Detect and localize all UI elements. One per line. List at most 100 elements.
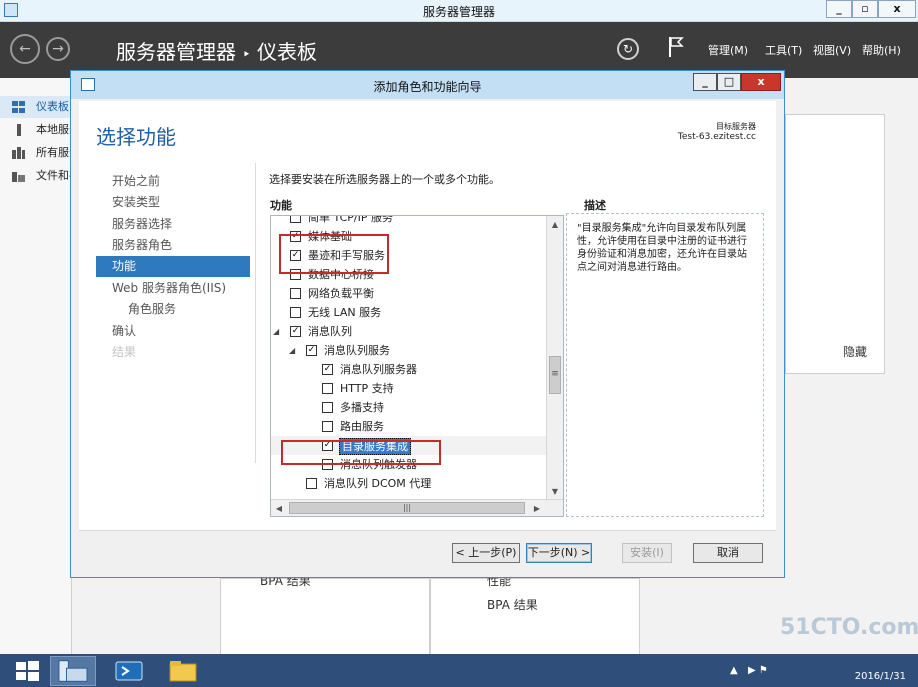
features-vertical-scrollbar[interactable]: ▲ ≡ ▼: [546, 216, 563, 500]
cancel-button[interactable]: 取消: [693, 543, 763, 563]
feature-checkbox[interactable]: [306, 478, 317, 489]
scroll-left-icon[interactable]: ◀: [271, 500, 287, 516]
step-features[interactable]: 功能: [96, 256, 250, 277]
tile-panel-right: [430, 578, 640, 658]
feature-row[interactable]: 简单 TCP/IP 服务: [271, 216, 547, 227]
minimize-button[interactable]: _: [826, 0, 852, 18]
menu-tools[interactable]: 工具(T): [765, 42, 802, 58]
feature-row[interactable]: ◢ ✓ 消息队列: [271, 322, 547, 341]
feature-label: 路由服务: [340, 420, 384, 433]
scroll-right-icon[interactable]: ▶: [529, 500, 545, 516]
file-explorer-icon[interactable]: [160, 656, 206, 686]
server-manager-sidebar: 仪表板 本地服务器 所有服务器 文件和存储服务: [0, 78, 72, 654]
breadcrumb-page: 仪表板: [256, 40, 317, 64]
tray-icons[interactable]: ▶ ⚑: [748, 665, 768, 676]
sidebar-item-dashboard[interactable]: 仪表板: [0, 96, 72, 118]
step-confirmation[interactable]: 确认: [96, 321, 250, 342]
step-results: 结果: [112, 345, 137, 359]
target-server-name: Test-63.ezitest.cc: [677, 132, 756, 142]
watermark-text: 51CTO.com: [780, 615, 918, 640]
step-web-server-role[interactable]: Web 服务器角色(IIS): [96, 278, 250, 299]
sidebar-item-local-server[interactable]: 本地服务器: [0, 119, 72, 141]
add-roles-features-wizard: 添加角色和功能向导 _ □ x 选择功能 目标服务器 Test-63.ezite…: [70, 70, 785, 578]
feature-row[interactable]: ◢ ✓ 消息队列服务: [271, 341, 547, 360]
feature-checkbox[interactable]: ✓: [290, 326, 301, 337]
tray-overflow-icon[interactable]: ▲: [730, 665, 738, 676]
feature-checkbox[interactable]: [290, 288, 301, 299]
sidebar-item-label: 所有服务器: [36, 146, 72, 159]
menu-view[interactable]: 视图(V): [813, 42, 851, 58]
servers-icon: [12, 147, 25, 159]
feature-label: HTTP 支持: [340, 382, 394, 395]
menu-help[interactable]: 帮助(H): [862, 42, 901, 58]
feature-row[interactable]: 路由服务: [271, 417, 547, 436]
step-server-roles[interactable]: 服务器角色: [96, 235, 250, 256]
wizard-title: 添加角色和功能向导: [373, 80, 482, 94]
feature-label: 网络负载平衡: [308, 287, 374, 300]
notifications-flag-icon[interactable]: [668, 36, 684, 58]
feature-checkbox[interactable]: [322, 402, 333, 413]
horizontal-scroll-thumb[interactable]: |||: [289, 502, 525, 514]
feature-row[interactable]: 多播支持: [271, 398, 547, 417]
bpa-results-right[interactable]: BPA 结果: [487, 596, 538, 613]
forward-button[interactable]: →: [46, 37, 70, 61]
hide-link[interactable]: 隐藏: [843, 343, 867, 360]
breadcrumb-app[interactable]: 服务器管理器: [116, 40, 236, 64]
feature-checkbox[interactable]: [322, 383, 333, 394]
scroll-up-icon[interactable]: ▲: [547, 216, 563, 233]
step-role-services[interactable]: 角色服务: [96, 299, 250, 320]
features-header: 功能: [270, 199, 292, 212]
sidebar-item-all-servers[interactable]: 所有服务器: [0, 142, 72, 164]
breadcrumb-separator-icon: ‣: [242, 47, 251, 63]
instruction-text: 选择要安装在所选服务器上的一个或多个功能。: [269, 173, 500, 186]
feature-label: 消息队列服务器: [340, 363, 417, 376]
server-manager-titlebar: 服务器管理器 _ ▫ x: [0, 0, 918, 22]
step-installation-type[interactable]: 安装类型: [96, 192, 250, 213]
feature-label: 无线 LAN 服务: [308, 306, 382, 319]
description-panel: "目录服务集成"允许向目录发布队列属性，允许使用在目录中注册的证书进行身份验证和…: [566, 213, 764, 517]
feature-row[interactable]: HTTP 支持: [271, 379, 547, 398]
restore-button[interactable]: ▫: [852, 0, 878, 18]
feature-checkbox[interactable]: ✓: [306, 345, 317, 356]
wizard-maximize-button[interactable]: □: [717, 73, 741, 91]
scroll-thumb[interactable]: ≡: [549, 356, 561, 394]
features-horizontal-scrollbar[interactable]: ◀ ||| ▶: [271, 499, 563, 516]
collapse-arrow-icon[interactable]: ◢: [273, 322, 279, 341]
feature-label: 消息队列 DCOM 代理: [324, 477, 432, 490]
sidebar-item-label: 仪表板: [36, 100, 69, 113]
back-button[interactable]: ←: [10, 34, 40, 64]
feature-row[interactable]: 无线 LAN 服务: [271, 303, 547, 322]
feature-row[interactable]: ✓ 消息队列服务器: [271, 360, 547, 379]
feature-checkbox[interactable]: [290, 216, 301, 223]
step-before-you-begin[interactable]: 开始之前: [96, 171, 250, 192]
step-server-selection[interactable]: 服务器选择: [96, 214, 250, 235]
scroll-down-icon[interactable]: ▼: [547, 483, 563, 500]
window-title: 服务器管理器: [422, 5, 495, 19]
wizard-minimize-button[interactable]: _: [693, 73, 717, 91]
start-windows-icon[interactable]: [4, 656, 50, 686]
feature-checkbox[interactable]: [322, 421, 333, 432]
previous-button[interactable]: < 上一步(P): [452, 543, 520, 563]
feature-label: 消息队列: [308, 325, 352, 338]
feature-checkbox[interactable]: [290, 307, 301, 318]
description-header: 描述: [584, 199, 606, 212]
server-manager-taskbar-icon[interactable]: [50, 656, 96, 686]
feature-row[interactable]: 消息队列 DCOM 代理: [271, 474, 547, 493]
step-separator: [255, 163, 256, 463]
feature-row[interactable]: 网络负载平衡: [271, 284, 547, 303]
next-button[interactable]: 下一步(N) >: [526, 543, 592, 563]
collapse-arrow-icon[interactable]: ◢: [289, 341, 295, 360]
wizard-close-button[interactable]: x: [741, 73, 781, 91]
tile-panel-left: [220, 578, 430, 658]
menu-manage[interactable]: 管理(M): [708, 42, 748, 58]
close-button[interactable]: x: [878, 0, 916, 18]
feature-checkbox[interactable]: ✓: [322, 364, 333, 375]
taskbar-clock-date[interactable]: 2016/1/31: [855, 671, 906, 682]
server-icon: [17, 124, 21, 136]
powershell-icon[interactable]: [106, 656, 152, 686]
annotation-box-directory-integration: [281, 440, 441, 465]
refresh-icon[interactable]: ↻: [617, 38, 639, 60]
dashboard-icon: [12, 101, 25, 113]
sidebar-item-file-storage[interactable]: 文件和存储服务: [0, 165, 72, 187]
description-text: "目录服务集成"允许向目录发布队列属性，允许使用在目录中注册的证书进行身份验证和…: [577, 223, 747, 273]
